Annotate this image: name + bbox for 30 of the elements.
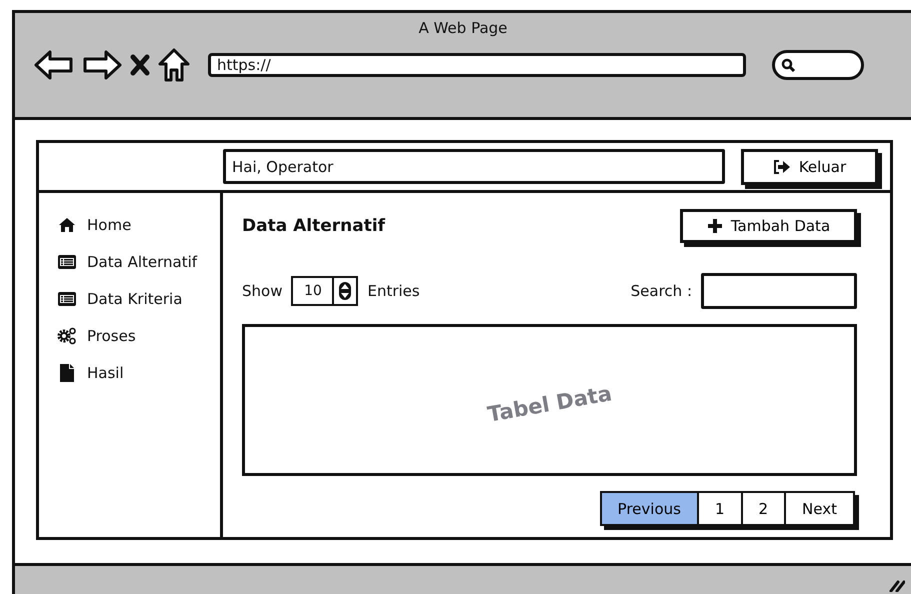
page-button[interactable]: Previous	[602, 493, 697, 524]
sidebar-item[interactable]: Proses	[87, 326, 136, 344]
sidebar-item[interactable]: Data Kriteria	[87, 290, 182, 308]
search-field[interactable]	[772, 50, 864, 80]
search-icon	[781, 58, 795, 72]
page-title: Data Alternatif	[242, 216, 386, 236]
sign-out-icon	[772, 158, 791, 174]
window-title: A Web Page	[418, 19, 508, 37]
back-arrow-icon[interactable]	[34, 50, 74, 80]
greeting-field: Hai, Operator	[223, 149, 725, 184]
address-field[interactable]: https://	[208, 53, 746, 77]
forward-arrow-icon[interactable]	[82, 50, 122, 80]
document-icon	[59, 362, 75, 382]
list-icon	[57, 254, 77, 270]
home-icon	[58, 216, 76, 232]
plus-icon	[706, 218, 723, 234]
entries-select[interactable]: 10	[291, 276, 358, 306]
table-label: Tabel Data	[486, 381, 614, 427]
search-field[interactable]	[701, 273, 857, 309]
search-label: Search :	[630, 282, 692, 300]
sidebar-item[interactable]: Home	[87, 216, 132, 234]
sidebar-item[interactable]: Data Alternatif	[87, 252, 198, 270]
entries-label: Entries	[367, 282, 420, 300]
home-icon[interactable]	[158, 48, 190, 82]
gears-icon	[57, 326, 77, 344]
show-label: Show	[242, 282, 282, 300]
close-icon[interactable]	[130, 54, 150, 76]
sidebar-item[interactable]: Hasil	[87, 364, 124, 382]
spinner-arrows-icon	[338, 281, 352, 301]
list-icon	[57, 290, 77, 306]
